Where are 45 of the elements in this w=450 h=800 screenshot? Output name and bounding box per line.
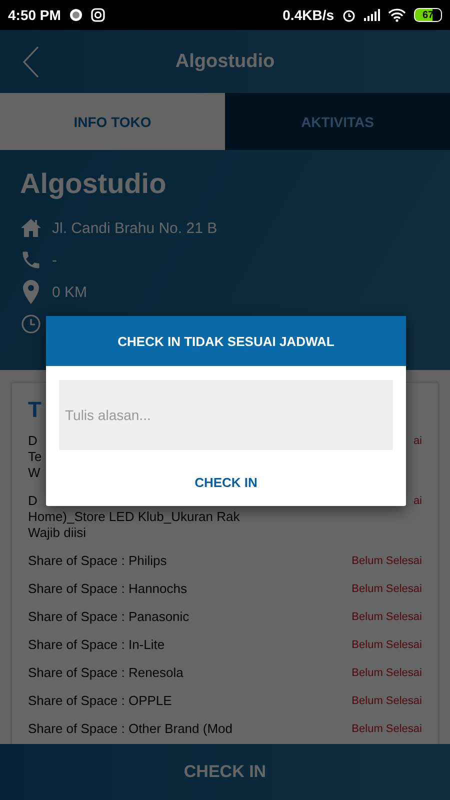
screen-title: Algostudio (174, 50, 276, 72)
tab[interactable]: AKTIVITAS (225, 93, 450, 150)
card-heading: T (28, 397, 42, 422)
task-status: ai (413, 494, 422, 509)
network-speed: 0.4KB/s (282, 7, 334, 23)
task-status: Belum Selesai (352, 610, 422, 625)
clock-time: 4:50 PM (8, 7, 61, 23)
store-detail: 0 KM (52, 284, 88, 300)
task-label: Share of Space : Renesola (28, 665, 184, 681)
clock-icon (21, 314, 41, 334)
store-detail: - (52, 252, 57, 268)
check-in-button[interactable]: CHECK IN (0, 744, 450, 800)
dialog-check-in-button[interactable]: CHECK IN (186, 468, 266, 506)
task-status: Belum Selesai (352, 554, 422, 569)
record-icon (68, 8, 83, 22)
signal-icon (364, 9, 380, 21)
task-label: D (28, 493, 38, 509)
alarm-icon (342, 8, 356, 22)
reason-field[interactable]: Tulis alasan... (59, 380, 393, 450)
task-label: Share of Space : Philips (28, 553, 167, 569)
battery-icon: 67 (414, 8, 442, 22)
task-label: Wajib diisi (28, 525, 88, 541)
task-label: Share of Space : In-Lite (28, 637, 165, 653)
wifi-icon (388, 8, 406, 22)
task-label: Share of Space : Other Brand (Mod (28, 721, 232, 737)
task-status: Belum Selesai (352, 666, 422, 681)
task-label: Share of Space : OPPLE (28, 693, 172, 709)
store-name: Algostudio (20, 168, 168, 200)
task-status: Belum Selesai (352, 638, 422, 653)
task-status: Belum Selesai (352, 694, 422, 709)
task-label: Share of Space : Hannochs (28, 581, 187, 597)
home-icon (20, 218, 42, 238)
task-status: ai (413, 434, 422, 449)
task-status: Belum Selesai (352, 582, 422, 597)
task-label: Home)_Store LED Klub_Ukuran Rak (28, 509, 240, 525)
task-label: D (28, 433, 38, 449)
task-label: Te (28, 449, 42, 465)
phone-icon (20, 249, 42, 271)
task-label: W (28, 465, 42, 481)
dialog-title: CHECK IN TIDAK SESUAI JADWAL (118, 334, 334, 348)
task-label: Share of Space : Panasonic (28, 609, 190, 625)
location-pin-icon (23, 280, 39, 304)
camera-icon (90, 8, 105, 22)
task-status: Belum Selesai (352, 722, 422, 737)
store-detail: Jl. Candi Brahu No. 21 B (52, 220, 218, 236)
